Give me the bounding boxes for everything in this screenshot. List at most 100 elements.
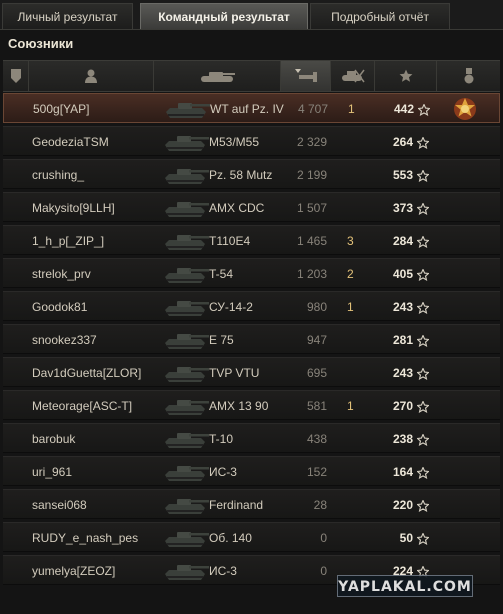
squad-icon <box>10 69 21 83</box>
team-title: Союзники <box>8 36 74 51</box>
player-row[interactable]: 1_h_p[_ZIP_] T110E4 1 465 3 284 <box>3 225 500 255</box>
player-row[interactable]: Makysito[9LLH] AMX CDC 1 507 373 <box>3 192 500 222</box>
player-row[interactable]: strelok_prv T-54 1 203 2 405 <box>3 258 500 288</box>
xp-star-icon <box>416 334 430 348</box>
medal-icon <box>464 68 473 84</box>
tank-name: TVP VTU <box>209 366 260 380</box>
player-row[interactable]: Goodok81 СУ-14-2 980 1 243 <box>3 291 500 321</box>
tank-image <box>161 164 209 186</box>
tank-image <box>161 461 209 483</box>
player-row[interactable]: Dav1dGuetta[ZLOR] TVP VTU 695 243 <box>3 357 500 387</box>
column-squad[interactable] <box>3 61 29 91</box>
tank-image <box>161 329 209 351</box>
xp-value: 284 <box>392 234 413 248</box>
xp-value: 553 <box>392 168 413 182</box>
column-damage[interactable] <box>281 61 331 91</box>
tank-name: E 75 <box>209 333 234 347</box>
damage-value: 947 <box>306 333 327 347</box>
tank-image <box>161 230 209 252</box>
tank-image <box>161 263 209 285</box>
xp-star-icon <box>416 532 430 546</box>
tab-bar: Личный результат Командный результат Под… <box>0 0 503 30</box>
xp-star-icon <box>416 235 430 249</box>
tank-name: AMX 13 90 <box>209 399 269 413</box>
damage-value: 581 <box>306 399 327 413</box>
player-name: yumelya[ZEOZ] <box>32 564 116 578</box>
tank-name: Ferdinand <box>209 498 264 512</box>
xp-value: 442 <box>393 102 414 116</box>
damage-value: 980 <box>306 300 327 314</box>
column-vehicle[interactable] <box>154 61 281 91</box>
xp-value: 270 <box>392 399 413 413</box>
tank-name: M53/M55 <box>209 135 260 149</box>
damage-value: 2 329 <box>296 135 327 149</box>
player-name: sansei068 <box>32 498 87 512</box>
tank-icon <box>201 72 235 82</box>
tank-image <box>161 428 209 450</box>
tank-name: ИС-3 <box>209 465 237 479</box>
xp-value: 281 <box>392 333 413 347</box>
xp-star-icon <box>416 136 430 150</box>
medal-icon[interactable] <box>452 96 478 122</box>
frags-value: 1 <box>347 399 354 413</box>
tank-image <box>161 197 209 219</box>
player-name: 1_h_p[_ZIP_] <box>32 234 105 248</box>
player-name: GeodeziaTSM <box>32 135 109 149</box>
tank-image <box>161 494 209 516</box>
player-row[interactable]: uri_961 ИС-3 152 164 <box>3 456 500 486</box>
xp-value: 243 <box>392 300 413 314</box>
xp-value: 243 <box>392 366 413 380</box>
damage-value: 1 507 <box>296 201 327 215</box>
player-name: barobuk <box>32 432 76 446</box>
xp-star-icon <box>416 301 430 315</box>
tab-detailed-report[interactable]: Подробный отчёт <box>310 3 450 29</box>
frags-value: 3 <box>347 234 354 248</box>
tab-personal-result[interactable]: Личный результат <box>2 3 133 29</box>
tank-name: AMX CDC <box>209 201 265 215</box>
tank-name: T-10 <box>209 432 234 446</box>
tank-name: WT auf Pz. IV <box>210 102 284 116</box>
player-row[interactable]: GeodeziaTSM M53/M55 2 329 264 <box>3 126 500 156</box>
xp-star-icon <box>416 268 430 282</box>
xp-value: 50 <box>399 531 413 545</box>
frags-value: 2 <box>347 267 354 281</box>
column-xp[interactable] <box>375 61 437 91</box>
xp-value: 264 <box>392 135 413 149</box>
tank-image <box>161 395 209 417</box>
player-row[interactable]: 500g[YAP] WT auf Pz. IV 4 707 1 442 <box>3 93 500 123</box>
tab-team-result[interactable]: Командный результат <box>140 3 308 29</box>
player-row[interactable]: barobuk T-10 438 238 <box>3 423 500 453</box>
player-row[interactable]: sansei068 Ferdinand 28 220 <box>3 489 500 519</box>
player-row[interactable]: crushing_ Pz. 58 Mutz 2 199 553 <box>3 159 500 189</box>
tank-name: T-54 <box>209 267 234 281</box>
damage-value: 1 465 <box>296 234 327 248</box>
xp-star-icon <box>416 466 430 480</box>
player-row[interactable]: Meteorage[ASC-T] AMX 13 90 581 1 270 <box>3 390 500 420</box>
xp-star-icon <box>416 169 430 183</box>
player-name: RUDY_e_nash_pes <box>32 531 139 545</box>
tank-image <box>161 296 209 318</box>
player-row[interactable]: snookez337 E 75 947 281 <box>3 324 500 354</box>
xp-star-icon <box>416 367 430 381</box>
player-name: Makysito[9LLH] <box>32 201 115 215</box>
column-medals[interactable] <box>437 61 500 91</box>
column-frags[interactable] <box>331 61 375 91</box>
star-icon <box>399 69 412 82</box>
tank-name: ИС-3 <box>209 564 237 578</box>
player-row[interactable]: RUDY_e_nash_pes Об. 140 0 50 <box>3 522 500 552</box>
frags-value: 1 <box>347 300 354 314</box>
damage-value: 695 <box>306 366 327 380</box>
player-name: Goodok81 <box>32 300 88 314</box>
xp-value: 220 <box>392 498 413 512</box>
column-player[interactable] <box>29 61 154 91</box>
tank-image <box>161 560 209 582</box>
damage-value: 0 <box>320 531 327 545</box>
tank-name: СУ-14-2 <box>209 300 253 314</box>
xp-star-icon <box>417 103 431 117</box>
tank-name: Об. 140 <box>209 531 252 545</box>
player-name: strelok_prv <box>32 267 91 281</box>
player-name: Dav1dGuetta[ZLOR] <box>32 366 142 380</box>
player-name: snookez337 <box>32 333 97 347</box>
damage-value: 152 <box>306 465 327 479</box>
xp-star-icon <box>416 433 430 447</box>
